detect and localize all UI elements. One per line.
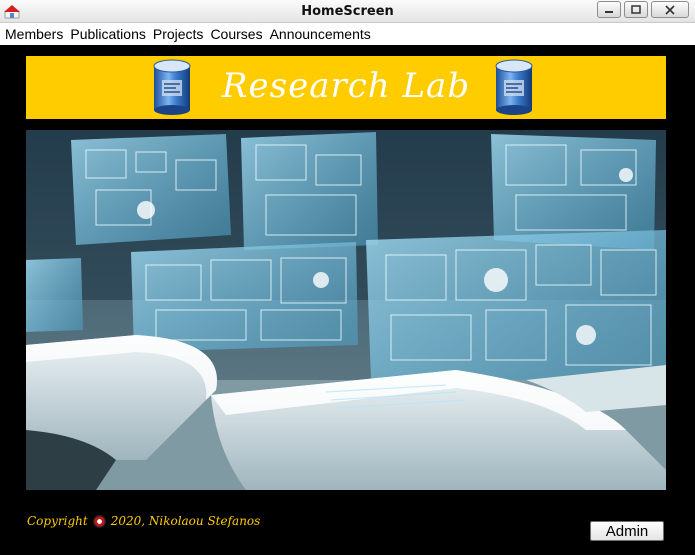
title-bar[interactable]: HomeScreen [0, 0, 695, 23]
research-lab-image [26, 130, 666, 490]
copyright-text: Copyright 2020, Nikolaou Stefanos [27, 514, 260, 528]
menu-members[interactable]: Members [2, 26, 66, 42]
banner: Research Lab [26, 56, 666, 119]
menu-publications[interactable]: Publications [67, 26, 149, 42]
close-icon [665, 4, 675, 15]
close-button[interactable] [651, 1, 689, 18]
copyright-icon [92, 514, 106, 528]
menu-projects[interactable]: Projects [150, 26, 207, 42]
admin-button[interactable]: Admin [590, 521, 664, 541]
maximize-button[interactable] [624, 1, 648, 18]
window-title: HomeScreen [301, 4, 394, 19]
banner-title: Research Lab [221, 66, 471, 106]
menu-announcements[interactable]: Announcements [267, 26, 374, 42]
menu-bar: Members Publications Projects Courses An… [0, 23, 695, 45]
maximize-icon [631, 5, 641, 14]
database-icon [495, 59, 533, 115]
minimize-button[interactable] [597, 1, 621, 18]
copyright-prefix: Copyright [27, 514, 88, 528]
minimize-icon [605, 10, 613, 13]
menu-courses[interactable]: Courses [207, 26, 265, 42]
copyright-suffix: 2020, Nikolaou Stefanos [110, 514, 261, 528]
